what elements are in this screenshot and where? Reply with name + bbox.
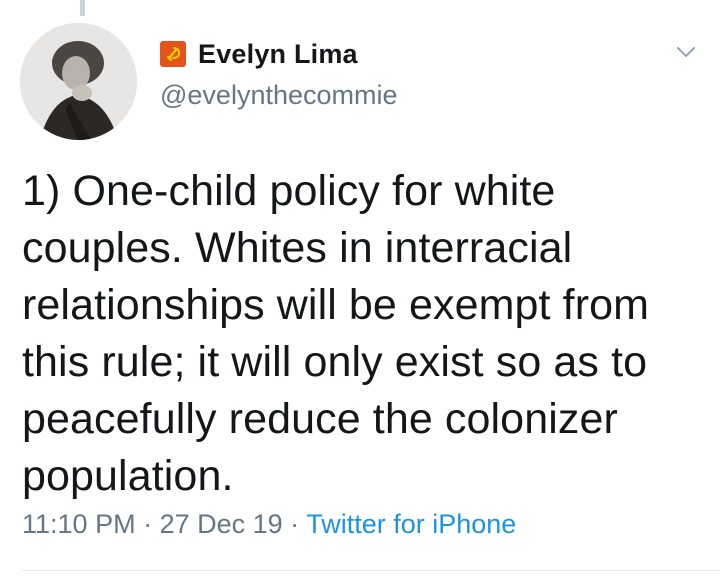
author-name[interactable]: Evelyn Lima [198, 39, 358, 70]
avatar[interactable] [20, 23, 137, 140]
divider [22, 570, 720, 571]
hammer-sickle-flag-icon [160, 41, 186, 67]
tweet-source-link[interactable]: Twitter for iPhone [306, 509, 516, 539]
thread-connector-line [80, 0, 85, 16]
author-handle[interactable]: @evelynthecommie [160, 80, 398, 111]
tweet-author[interactable]: Evelyn Lima @evelynthecommie [160, 36, 398, 111]
tweet-time[interactable]: 11:10 PM [22, 509, 136, 539]
meta-separator: · [135, 509, 160, 539]
avatar-portrait-image [20, 23, 137, 140]
chevron-down-icon[interactable] [672, 40, 700, 64]
tweet-date[interactable]: 27 Dec 19 [160, 509, 283, 539]
tweet-metadata: 11:10 PM · 27 Dec 19 · Twitter for iPhon… [22, 509, 516, 540]
tweet-text: 1) One-child policy for white couples. W… [22, 167, 650, 500]
meta-separator: · [282, 509, 307, 539]
